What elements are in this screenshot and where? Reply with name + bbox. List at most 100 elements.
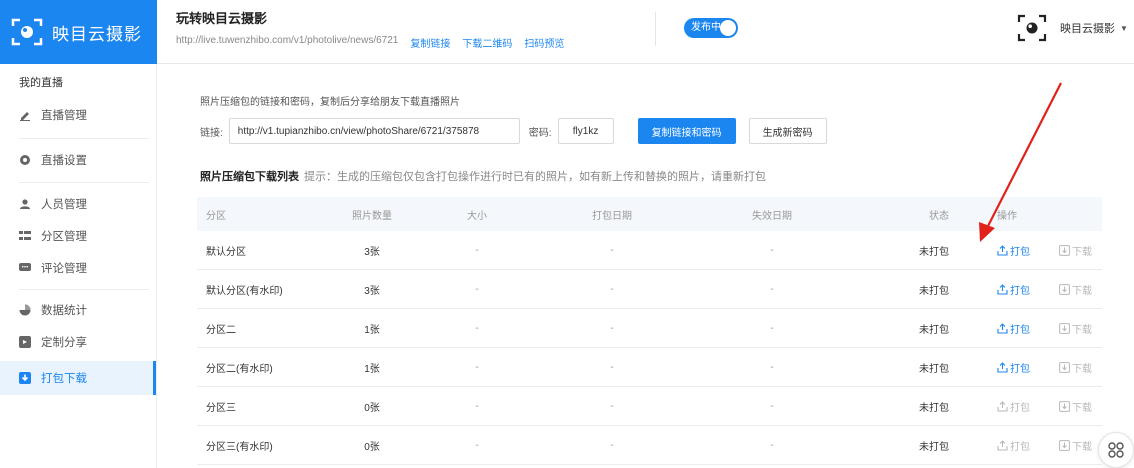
- section-name: 分区三: [206, 402, 236, 414]
- user-menu[interactable]: 映目云摄影 ▼: [1016, 12, 1128, 44]
- pack-date: -: [610, 283, 614, 295]
- expire-date: -: [770, 361, 774, 373]
- download-button[interactable]: 下载: [1059, 321, 1092, 336]
- download-icon: [1059, 322, 1070, 334]
- pack-button[interactable]: 打包: [997, 438, 1059, 453]
- sidebar-divider: [19, 289, 149, 290]
- row-actions: 打包 下载: [967, 282, 1102, 297]
- share-link-field[interactable]: http://v1.tupianzhibo.cn/view/photoShare…: [228, 118, 520, 144]
- table-body: 默认分区 3张 - - - 未打包 打包 下载 默认分区(有水印) 3张 - - - 未打包 打包 下载 分区二…: [197, 231, 1102, 465]
- sidebar-item-custom-share[interactable]: 定制分享: [0, 325, 156, 359]
- header-divider: [655, 12, 656, 46]
- user-icon: [19, 198, 31, 210]
- package-size: -: [475, 244, 479, 256]
- password-field[interactable]: fly1kz: [557, 118, 614, 144]
- pack-button[interactable]: 打包: [997, 321, 1059, 336]
- sidebar-divider: [19, 138, 149, 139]
- download-icon: [1059, 361, 1070, 373]
- package-size: -: [475, 283, 479, 295]
- download-button[interactable]: 下载: [1059, 438, 1092, 453]
- pack-status: 未打包: [919, 324, 949, 336]
- pack-icon: [997, 400, 1008, 412]
- pack-date: -: [610, 244, 614, 256]
- photo-count: 0张: [364, 402, 380, 414]
- copy-link-button[interactable]: 复制链接: [410, 35, 450, 50]
- brand-name: 映目云摄影: [52, 24, 142, 44]
- live-info: 玩转映目云摄影 http://live.tuwenzhibo.com/v1/ph…: [176, 8, 564, 50]
- gear-icon: [19, 154, 31, 166]
- pie-chart-icon: [19, 304, 31, 316]
- sidebar-item-live-manage[interactable]: 直播管理: [0, 98, 156, 132]
- download-icon: [1059, 283, 1070, 295]
- expire-date: -: [770, 244, 774, 256]
- sidebar-item-staff[interactable]: 人员管理: [0, 187, 156, 221]
- download-button[interactable]: 下载: [1059, 243, 1092, 258]
- download-icon: [1059, 400, 1070, 412]
- expire-date: -: [770, 439, 774, 451]
- sidebar-section-label: 我的直播: [19, 77, 63, 89]
- sidebar-item-sections[interactable]: 分区管理: [0, 219, 156, 253]
- sidebar-item-statistics[interactable]: 数据统计: [0, 293, 156, 327]
- row-actions: 打包 下载: [967, 243, 1102, 258]
- row-actions: 打包 下载: [967, 438, 1102, 453]
- package-size: -: [475, 322, 479, 334]
- brand-logo-area[interactable]: 映目云摄影: [0, 0, 157, 64]
- share-icon: [19, 336, 31, 348]
- row-actions: 打包 下载: [967, 360, 1102, 375]
- photo-count: 1张: [364, 324, 380, 336]
- sidebar-item-pack-download[interactable]: 打包下载: [0, 361, 156, 395]
- generate-new-password-button[interactable]: 生成新密码: [748, 118, 827, 144]
- table-row: 分区二(有水印) 1张 - - - 未打包 打包 下载: [197, 348, 1102, 387]
- row-actions: 打包 下载: [967, 399, 1102, 414]
- copy-link-password-button[interactable]: 复制链接和密码: [637, 118, 736, 144]
- live-title: 玩转映目云摄影: [176, 11, 268, 26]
- expire-date: -: [770, 283, 774, 295]
- pack-icon: [997, 322, 1008, 334]
- download-button[interactable]: 下载: [1059, 282, 1092, 297]
- publish-toggle[interactable]: 发布中: [684, 18, 738, 38]
- pack-date: -: [610, 439, 614, 451]
- top-header: 映目云摄影 玩转映目云摄影 http://live.tuwenzhibo.com…: [0, 0, 1134, 64]
- grid-icon: [1108, 442, 1124, 458]
- download-icon: [19, 372, 31, 384]
- pack-button[interactable]: 打包: [997, 243, 1059, 258]
- sidebar: 我的直播 直播管理 直播设置 人员管理 分区管理 评论管理 数据统计 定制分享 …: [0, 64, 157, 468]
- pack-icon: [997, 439, 1008, 451]
- download-button[interactable]: 下载: [1059, 399, 1092, 414]
- publish-toggle-label: 发布中: [691, 22, 721, 33]
- pack-button[interactable]: 打包: [997, 360, 1059, 375]
- download-button[interactable]: 下载: [1059, 360, 1092, 375]
- password-label: 密码:: [528, 127, 552, 139]
- section-name: 分区三(有水印): [206, 441, 273, 453]
- app-grid-button[interactable]: [1098, 432, 1134, 468]
- pack-status: 未打包: [919, 363, 949, 375]
- pack-icon: [997, 361, 1008, 373]
- list-icon: [19, 230, 31, 242]
- pack-list-hint: 提示：生成的压缩包仅包含打包操作进行时已有的照片，如有新上传和替换的照片，请重新…: [304, 171, 766, 183]
- pack-table: 分区 照片数量 大小 打包日期 失效日期 状态 操作 默认分区 3张 - - - 未打包打…: [197, 197, 1102, 465]
- table-row: 分区三 0张 - - - 未打包 打包 下载: [197, 387, 1102, 426]
- scan-preview-button[interactable]: 扫码预览: [524, 35, 564, 50]
- section-name: 默认分区: [206, 246, 246, 258]
- download-icon: [1059, 439, 1070, 451]
- pack-button[interactable]: 打包: [997, 282, 1059, 297]
- pack-list-title: 照片压缩包下载列表: [200, 171, 299, 183]
- pack-button[interactable]: 打包: [997, 399, 1059, 414]
- download-qrcode-button[interactable]: 下载二维码: [462, 35, 512, 50]
- pack-list-heading: 照片压缩包下载列表 提示：生成的压缩包仅包含打包操作进行时已有的照片，如有新上传…: [200, 168, 766, 184]
- pack-icon: [997, 283, 1008, 295]
- pack-date: -: [610, 361, 614, 373]
- link-label: 链接:: [200, 127, 223, 139]
- sidebar-item-live-settings[interactable]: 直播设置: [0, 143, 156, 177]
- photo-count: 1张: [364, 363, 380, 375]
- section-name: 默认分区(有水印): [206, 285, 283, 297]
- table-row: 默认分区(有水印) 3张 - - - 未打包 打包 下载: [197, 270, 1102, 309]
- package-size: -: [475, 361, 479, 373]
- user-avatar-icon: [1016, 12, 1048, 44]
- share-link-row: 链接: http://v1.tupianzhibo.cn/view/photoS…: [200, 118, 827, 144]
- share-description: 照片压缩包的链接和密码，复制后分享给朋友下载直播照片: [200, 97, 460, 108]
- pack-date: -: [610, 322, 614, 334]
- section-name: 分区二: [206, 324, 236, 336]
- pack-status: 未打包: [919, 441, 949, 453]
- sidebar-item-comments[interactable]: 评论管理: [0, 251, 156, 285]
